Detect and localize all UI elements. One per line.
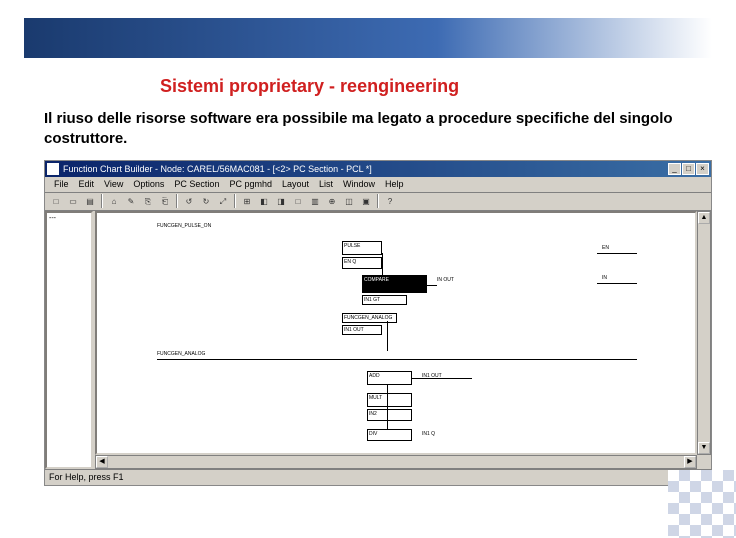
menu-file[interactable]: File [49, 179, 74, 189]
workspace: --- FUNCGEN_PULSE_ON PULSE EN Q COMPARE … [45, 211, 711, 469]
menu-layout[interactable]: Layout [277, 179, 314, 189]
function-block[interactable]: IN1 GT [362, 295, 407, 305]
tool-box[interactable]: □ [290, 194, 306, 209]
scroll-up-button[interactable]: ▲ [698, 212, 710, 224]
function-block[interactable]: ADD [367, 371, 412, 385]
menu-edit[interactable]: Edit [74, 179, 100, 189]
tool-add[interactable]: ⊕ [324, 194, 340, 209]
tool-open[interactable]: ▭ [65, 194, 81, 209]
menu-window[interactable]: Window [338, 179, 380, 189]
tool-grid[interactable]: ⊞ [239, 194, 255, 209]
connection-wire [382, 253, 383, 277]
menu-pcpgmhd[interactable]: PC pgmhd [224, 179, 277, 189]
tool-alignr[interactable]: ◨ [273, 194, 289, 209]
connection-wire [412, 378, 472, 379]
function-block[interactable]: MULT [367, 393, 412, 407]
connection-wire [387, 385, 388, 429]
tool-undo[interactable]: ↺ [181, 194, 197, 209]
function-block-selected[interactable]: COMPARE [362, 275, 427, 293]
block-text: IN1 OUT [344, 327, 364, 333]
block-text: IN1 GT [364, 297, 380, 303]
block-label: FUNCGEN_ANALOG [157, 351, 205, 357]
toolbar: □ ▭ ▤ ⌂ ✎ ⎘ ⎗ ↺ ↻ ⤢ ⊞ ◧ ◨ □ ▥ ⊕ ◫ ▣ ? [45, 193, 711, 211]
toolbar-separator [377, 194, 379, 208]
diagram-content: FUNCGEN_PULSE_ON PULSE EN Q COMPARE IN1 … [97, 213, 695, 453]
connection-wire [387, 321, 388, 351]
menu-pcsection[interactable]: PC Section [169, 179, 224, 189]
tool-home[interactable]: ⌂ [106, 194, 122, 209]
toolbar-separator [234, 194, 236, 208]
tool-new[interactable]: □ [48, 194, 64, 209]
status-help-text: For Help, press F1 [49, 472, 667, 482]
diagram-canvas[interactable]: FUNCGEN_PULSE_ON PULSE EN Q COMPARE IN1 … [95, 211, 697, 455]
block-text: COMPARE [364, 277, 389, 283]
horizontal-scrollbar[interactable]: ◀ ▶ [95, 455, 697, 469]
tool-redo[interactable]: ↻ [198, 194, 214, 209]
block-text: DIV [369, 431, 377, 437]
connection-wire [157, 359, 637, 360]
menu-options[interactable]: Options [128, 179, 169, 189]
block-text: ADD [369, 373, 380, 379]
slide-body-text: Il riuso delle risorse software era poss… [44, 109, 712, 150]
tool-zoom[interactable]: ⤢ [215, 194, 231, 209]
transparency-checker [668, 470, 736, 538]
tool-save[interactable]: ▤ [82, 194, 98, 209]
statusbar: For Help, press F1 NUM [45, 469, 711, 485]
tool-alignl[interactable]: ◧ [256, 194, 272, 209]
vertical-scrollbar[interactable]: ▲ ▼ [697, 211, 711, 455]
block-text: FUNCGEN_ANALOG [344, 315, 392, 321]
connection-wire [597, 283, 637, 284]
block-label: EN [602, 245, 609, 251]
tool-edit[interactable]: ✎ [123, 194, 139, 209]
block-text: PULSE [344, 243, 360, 249]
block-text: EN Q [344, 259, 356, 265]
menubar: File Edit View Options PC Section PC pgm… [45, 177, 711, 193]
app-icon [47, 163, 59, 175]
toolbar-separator [101, 194, 103, 208]
tree-panel[interactable]: --- [45, 211, 93, 469]
tool-split[interactable]: ◫ [341, 194, 357, 209]
window-title: Function Chart Builder - Node: CAREL/56M… [63, 164, 668, 174]
scroll-down-button[interactable]: ▼ [698, 442, 710, 454]
block-text: MULT [369, 395, 382, 401]
close-button[interactable]: × [696, 163, 709, 175]
connection-wire [407, 285, 437, 286]
block-label: IN OUT [437, 277, 454, 283]
app-window: Function Chart Builder - Node: CAREL/56M… [44, 160, 712, 486]
block-label: FUNCGEN_PULSE_ON [157, 223, 211, 229]
block-label: IN [602, 275, 607, 281]
menu-view[interactable]: View [99, 179, 128, 189]
block-label: IN1 Q [422, 431, 435, 437]
function-block[interactable]: FUNCGEN_ANALOG [342, 313, 397, 323]
menu-help[interactable]: Help [380, 179, 409, 189]
tool-select[interactable]: ▣ [358, 194, 374, 209]
function-block[interactable]: IN2 [367, 409, 412, 421]
tool-help[interactable]: ? [382, 194, 398, 209]
tool-paste[interactable]: ⎗ [157, 194, 173, 209]
function-block[interactable]: DIV [367, 429, 412, 441]
toolbar-separator [176, 194, 178, 208]
header-band [24, 18, 712, 58]
connection-wire [597, 253, 637, 254]
function-block[interactable]: EN Q [342, 257, 382, 269]
block-text: IN2 [369, 411, 377, 417]
tool-fill[interactable]: ▥ [307, 194, 323, 209]
scroll-right-button[interactable]: ▶ [684, 456, 696, 468]
slide-title: Sistemi proprietary - reengineering [160, 76, 736, 97]
function-block[interactable]: PULSE [342, 241, 382, 255]
menu-list[interactable]: List [314, 179, 338, 189]
titlebar[interactable]: Function Chart Builder - Node: CAREL/56M… [45, 161, 711, 177]
tree-label: --- [47, 213, 91, 224]
maximize-button[interactable]: □ [682, 163, 695, 175]
tool-copy[interactable]: ⎘ [140, 194, 156, 209]
scroll-left-button[interactable]: ◀ [96, 456, 108, 468]
function-block[interactable]: IN1 OUT [342, 325, 382, 335]
minimize-button[interactable]: _ [668, 163, 681, 175]
